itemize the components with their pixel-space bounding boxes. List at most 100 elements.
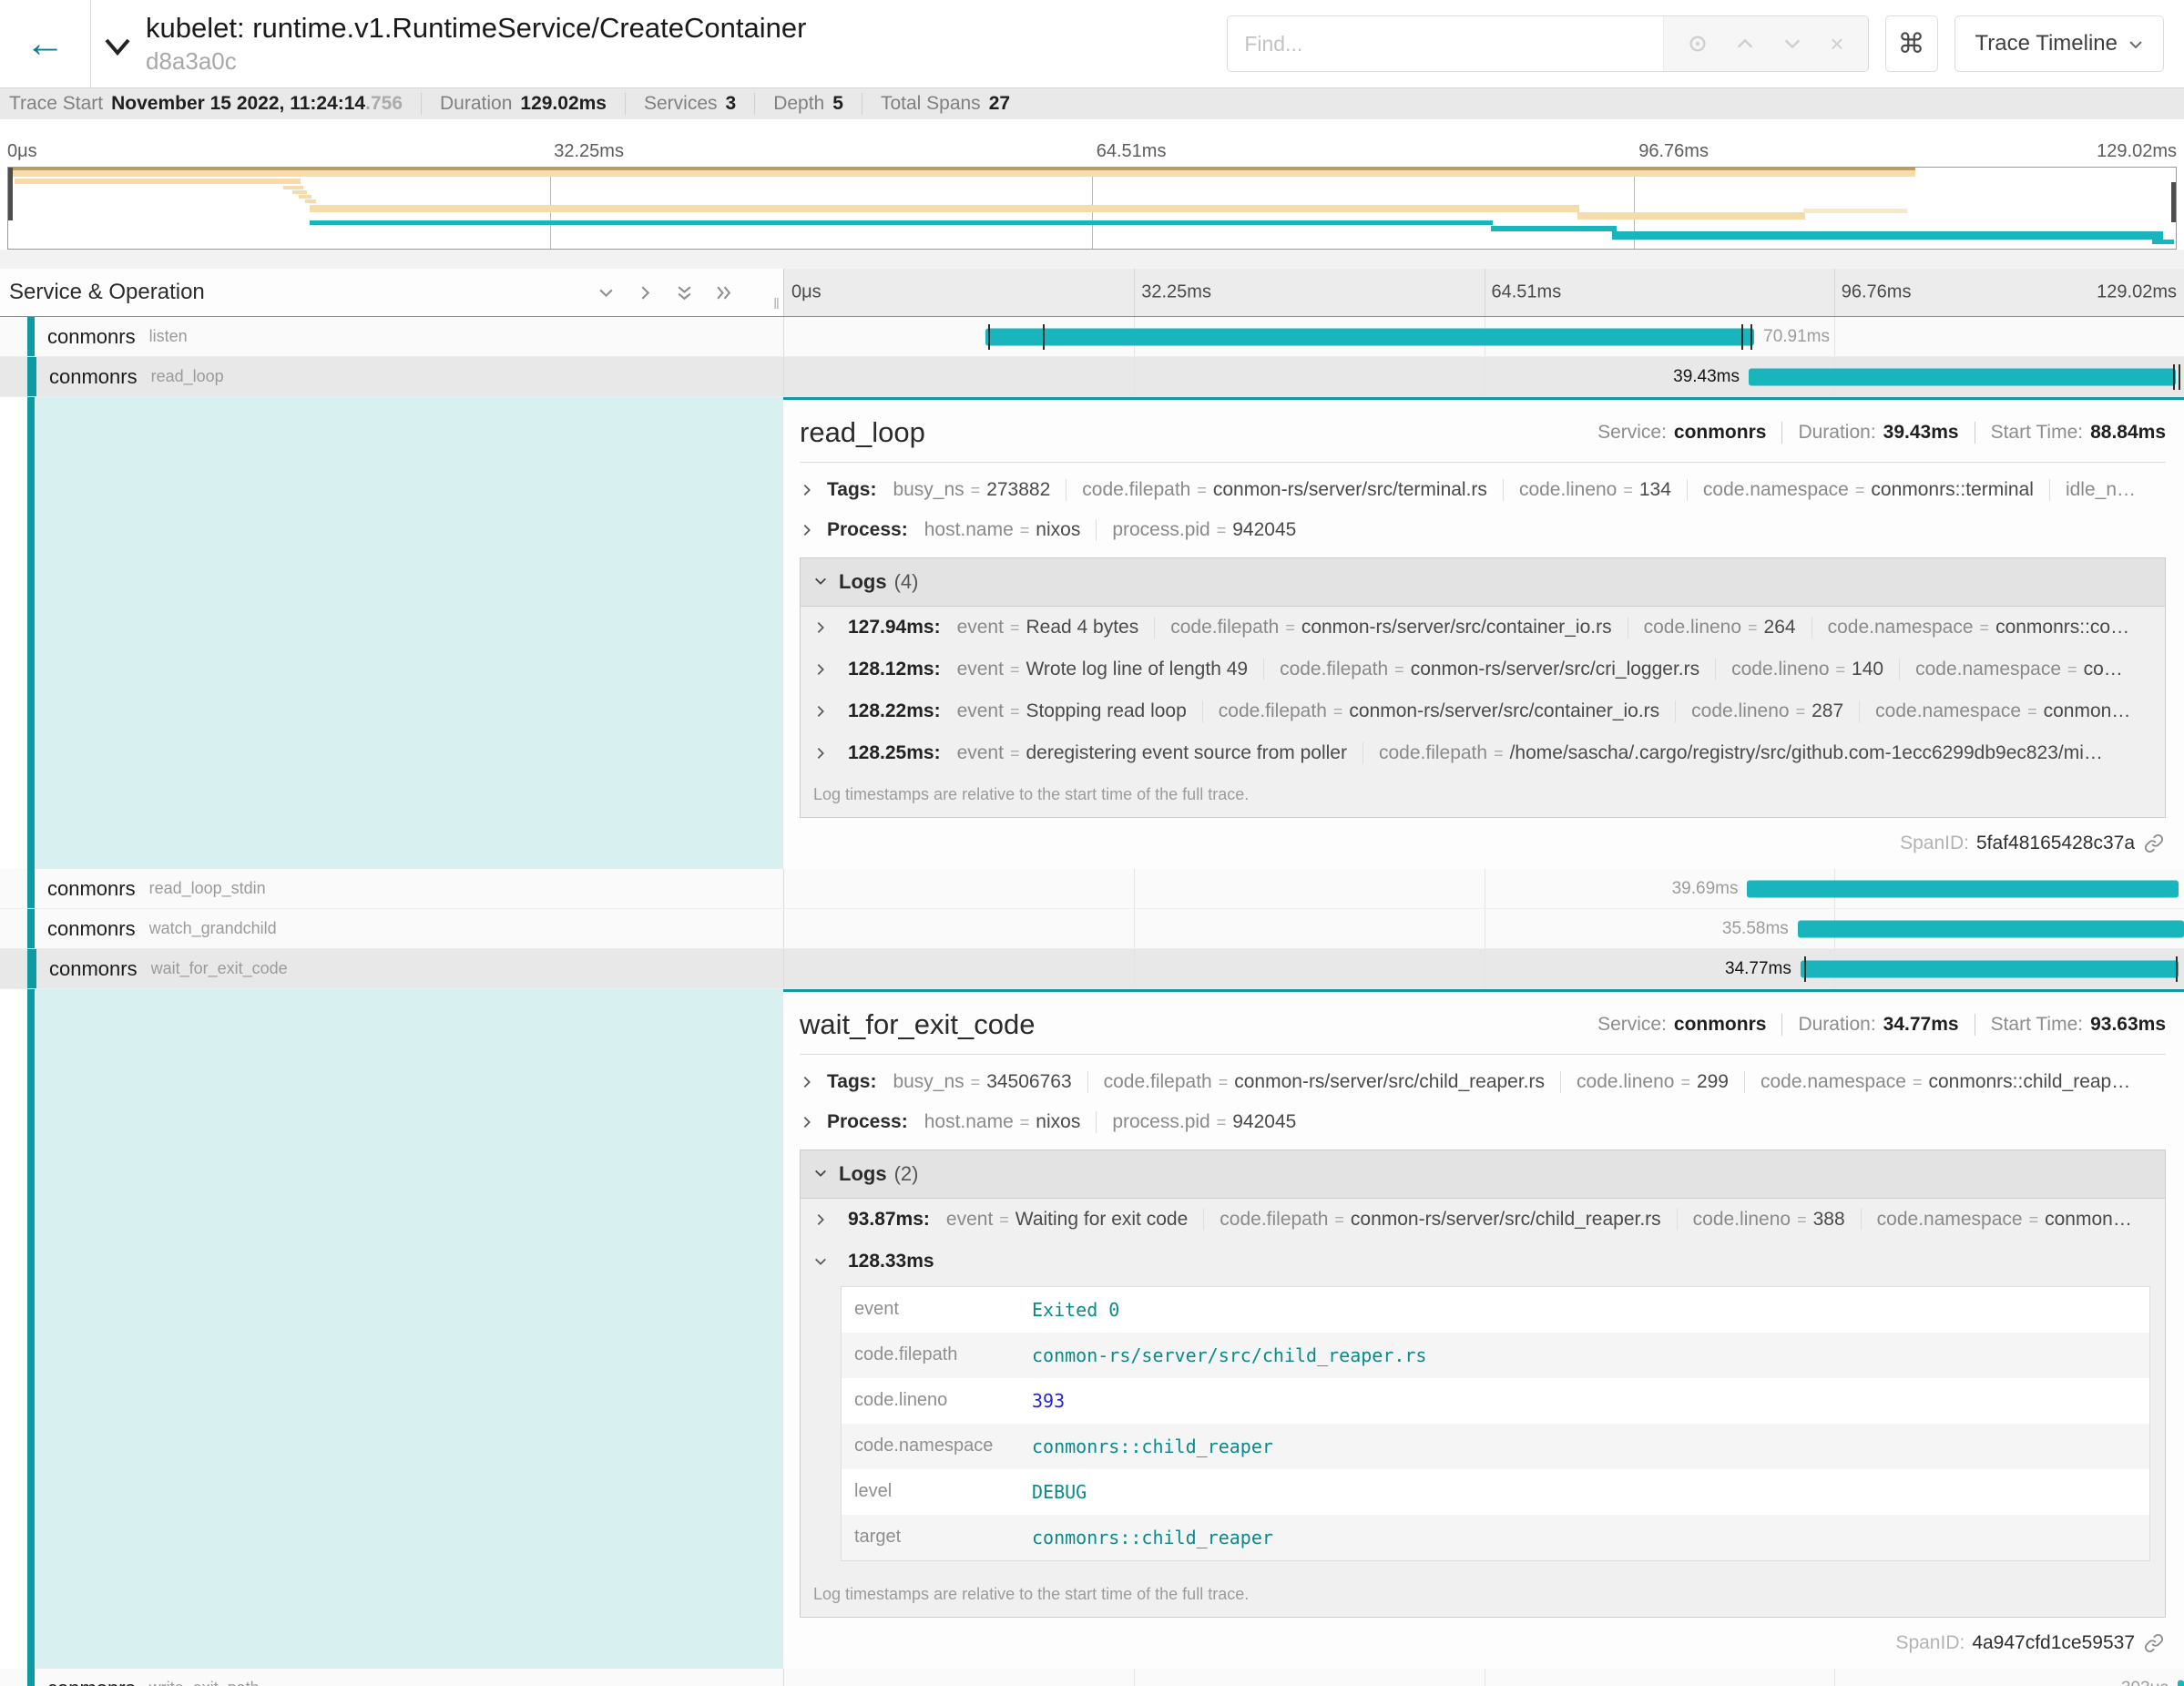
- column-resize-grip[interactable]: ‖: [773, 295, 780, 313]
- detail-meta-label: Start Time:: [1991, 1014, 2084, 1036]
- span-bar[interactable]: [1747, 880, 2178, 897]
- kv-value: Waiting for exit code: [1015, 1209, 1188, 1230]
- minimap-canvas[interactable]: [7, 167, 2177, 250]
- section-kv-list: busy_ns=273882code.filepath=conmon-rs/se…: [893, 479, 2136, 501]
- detail-gutter: [0, 397, 27, 869]
- kv-key: code.lineno: [1691, 700, 1789, 721]
- key-value-pair: code.filepath=conmon-rs/server/src/child…: [1087, 1071, 1545, 1093]
- tags-expander-row[interactable]: Tags:busy_ns=34506763code.filepath=conmo…: [800, 1062, 2166, 1102]
- back-button[interactable]: ←: [26, 24, 66, 64]
- tags-expander-row[interactable]: Tags:busy_ns=273882code.filepath=conmon-…: [800, 470, 2166, 510]
- header-controls: × ⌘ Trace Timeline: [1227, 15, 2164, 72]
- span-bar[interactable]: [1798, 920, 2184, 937]
- span-row-write_exit_path[interactable]: conmonrswrite_exit_path303μs: [0, 1669, 2184, 1686]
- locate-icon[interactable]: [1688, 34, 1708, 54]
- kv-equals: =: [1836, 660, 1846, 679]
- kv-key: event: [957, 617, 1004, 638]
- detail-gutter: [0, 989, 27, 1669]
- span-row-name: conmonrswrite_exit_path: [0, 1669, 783, 1686]
- double-chevron-right-icon[interactable]: [715, 284, 732, 301]
- log-field-value: conmon-rs/server/src/child_reaper.rs: [1019, 1333, 1439, 1378]
- summary-item: Trace StartNovember 15 2022, 11:24:14.75…: [9, 93, 403, 115]
- back-column: ←: [0, 0, 91, 87]
- key-value-pair: code.lineno=299: [1560, 1071, 1729, 1093]
- chevron-down-icon[interactable]: [597, 284, 615, 301]
- copy-span-link-icon[interactable]: [2144, 833, 2164, 853]
- summary-item-value: 5: [832, 93, 843, 115]
- kv-key: busy_ns: [893, 1071, 964, 1092]
- span-bar[interactable]: [1749, 368, 2176, 385]
- chevron-down-icon[interactable]: [1782, 34, 1802, 54]
- kv-key: code.namespace: [1915, 659, 2061, 680]
- span-row-read_loop[interactable]: conmonrsread_loop39.43ms: [0, 357, 2184, 397]
- logs-expander[interactable]: Logs(2): [801, 1150, 2165, 1199]
- log-entry-expander[interactable]: 127.94ms:event=Read 4 bytescode.filepath…: [801, 607, 2165, 649]
- kv-key: busy_ns: [893, 479, 964, 500]
- span-row-listen[interactable]: conmonrslisten70.91ms: [0, 317, 2184, 357]
- chevron-right-icon[interactable]: [637, 284, 654, 301]
- chevron-right-icon: [800, 523, 827, 537]
- trace-view-selector[interactable]: Trace Timeline: [1954, 15, 2165, 72]
- minimap-span-bar: [305, 199, 316, 203]
- kv-value: nixos: [1036, 519, 1080, 540]
- key-value-pair: busy_ns=273882: [893, 479, 1050, 501]
- log-field-row: targetconmonrs::child_reaper: [842, 1515, 2149, 1560]
- kv-equals: =: [1855, 481, 1865, 499]
- detail-meta-item: Start Time:88.84ms: [1975, 422, 2166, 444]
- span-row-name: conmonrsread_loop_stdin: [0, 869, 783, 908]
- section-kv-list: host.name=nixosprocess.pid=942045: [924, 519, 1297, 541]
- chevron-up-icon[interactable]: [1735, 34, 1755, 54]
- section-label: Process:: [827, 1111, 908, 1133]
- span-row-watch_grandchild[interactable]: conmonrswatch_grandchild35.58ms: [0, 909, 2184, 949]
- span-bar[interactable]: [985, 328, 1754, 345]
- log-entry-expander[interactable]: 93.87ms:event=Waiting for exit codecode.…: [801, 1199, 2165, 1241]
- copy-span-link-icon[interactable]: [2144, 1633, 2164, 1653]
- span-row-name: conmonrswait_for_exit_code: [0, 949, 783, 988]
- kv-value: Read 4 bytes: [1026, 617, 1138, 638]
- span-bar[interactable]: [1801, 960, 2179, 977]
- log-entry-expander[interactable]: 128.22ms:event=Stopping read loopcode.fi…: [801, 690, 2165, 732]
- clear-icon[interactable]: ×: [1830, 32, 1843, 56]
- kv-value: Stopping read loop: [1026, 700, 1186, 721]
- span-row-read_loop_stdin[interactable]: conmonrsread_loop_stdin39.69ms: [0, 869, 2184, 909]
- detail-divider: [800, 462, 2166, 463]
- find-input[interactable]: [1228, 16, 1663, 71]
- keyboard-shortcuts-button[interactable]: ⌘: [1885, 15, 1938, 72]
- trace-summary-bar: Trace StartNovember 15 2022, 11:24:14.75…: [0, 87, 2184, 119]
- span-detail-wait_for_exit_code: wait_for_exit_codeService:conmonrsDurati…: [0, 989, 2184, 1669]
- kv-value: nixos: [1036, 1111, 1080, 1132]
- timeline-gridline: [1834, 1669, 1835, 1686]
- kv-value: conmonrs::co…: [1995, 617, 2129, 638]
- double-chevron-down-icon[interactable]: [676, 284, 693, 301]
- kv-key: code.lineno: [1693, 1209, 1791, 1230]
- log-entry-expander[interactable]: 128.33ms: [801, 1241, 2165, 1282]
- collapse-trace-chevron-icon[interactable]: [102, 33, 133, 65]
- span-duration-label: 70.91ms: [1763, 327, 1830, 347]
- key-value-pair: code.filepath=conmon-rs/server/src/conta…: [1154, 617, 1611, 639]
- kv-value: conmonrs::child_reap…: [1928, 1071, 2130, 1092]
- span-bar[interactable]: [2178, 1680, 2184, 1686]
- process-expander-row[interactable]: Process:host.name=nixosprocess.pid=94204…: [800, 510, 2166, 550]
- span-detail-read_loop: read_loopService:conmonrsDuration:39.43m…: [0, 397, 2184, 869]
- span-detail-panel: wait_for_exit_codeService:conmonrsDurati…: [783, 989, 2184, 1669]
- kv-key: event: [957, 742, 1004, 763]
- key-value-pair: code.lineno=264: [1628, 617, 1796, 639]
- log-timestamp: 128.22ms:: [848, 700, 941, 722]
- span-row-wait_for_exit_code[interactable]: conmonrswait_for_exit_code34.77ms: [0, 949, 2184, 989]
- trace-id: d8a3a0c: [146, 47, 806, 76]
- chevron-right-icon: [800, 1075, 827, 1089]
- span-color-accent: [27, 1669, 35, 1686]
- chevron-right-icon: [800, 483, 827, 497]
- minimap-handle-right[interactable]: [2171, 182, 2176, 222]
- log-entry-expander[interactable]: 128.12ms:event=Wrote log line of length …: [801, 649, 2165, 690]
- kv-value: conmon-rs/server/src/child_reaper.rs: [1234, 1071, 1545, 1092]
- process-expander-row[interactable]: Process:host.name=nixosprocess.pid=94204…: [800, 1102, 2166, 1142]
- operation-name: read_loop_stdin: [149, 879, 266, 898]
- log-kv-list: event=Wrote log line of length 49code.fi…: [957, 659, 2123, 680]
- minimap-handle-left[interactable]: [8, 168, 13, 220]
- span-row-timeline: 303μs: [783, 1669, 2184, 1686]
- minimap-spacer: [0, 250, 2184, 269]
- logs-expander[interactable]: Logs(4): [801, 558, 2165, 607]
- log-entry-expander[interactable]: 128.25ms:event=deregistering event sourc…: [801, 732, 2165, 774]
- kv-value: conmon-rs/server/src/cri_logger.rs: [1411, 659, 1699, 680]
